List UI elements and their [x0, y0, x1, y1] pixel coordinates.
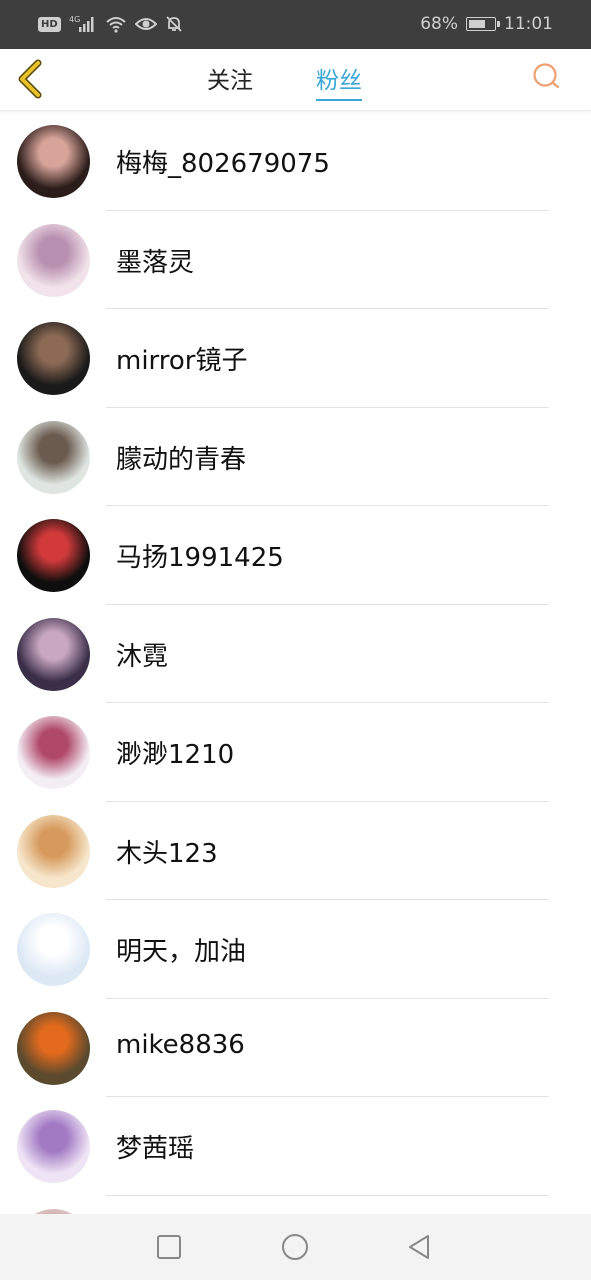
mute-bell-icon [165, 15, 183, 33]
back-nav-button[interactable] [404, 1232, 434, 1262]
list-item[interactable]: 梦茜瑶 [0, 1097, 591, 1196]
recent-apps-icon [157, 1235, 181, 1259]
list-item[interactable]: mirror镜子 [0, 309, 591, 408]
network-type-label: 4G [69, 15, 80, 24]
fan-name: 马扬1991425 [116, 543, 284, 573]
fan-name: 墨落灵 [116, 247, 195, 278]
avatar[interactable] [17, 420, 90, 494]
fan-name: 木头123 [116, 838, 218, 869]
list-item[interactable]: 墨落灵 [0, 211, 591, 309]
list-item[interactable]: 渺渺1210 [0, 703, 591, 802]
wifi-icon [105, 15, 127, 33]
top-nav: 关注 粉丝 [0, 49, 591, 111]
eye-icon [134, 16, 157, 32]
avatar[interactable] [17, 716, 90, 789]
list-item[interactable]: 木头123 [0, 802, 591, 900]
avatar[interactable] [17, 814, 90, 888]
fan-name: mirror镜子 [116, 346, 248, 376]
signal-icon: 4G [69, 14, 97, 34]
battery-icon [466, 17, 500, 31]
avatar[interactable] [17, 223, 90, 297]
search-icon [533, 63, 560, 89]
list-item[interactable]: 马扬1991425 [0, 506, 591, 605]
avatar[interactable] [17, 519, 90, 592]
avatar[interactable] [17, 322, 90, 395]
list-item[interactable]: 梅梅_802679075 [0, 112, 591, 211]
list-item[interactable]: 朦动的青春 [0, 408, 591, 506]
status-bar: HD 4G 68% 11:01 [0, 0, 591, 49]
fan-name: mike8836 [116, 1029, 245, 1060]
list-item[interactable] [0, 1196, 591, 1214]
search-button[interactable] [531, 61, 561, 91]
list-item[interactable]: 明天，加油 [0, 900, 591, 999]
clock: 11:01 [504, 14, 553, 34]
chevron-left-icon [18, 59, 42, 99]
battery-percent: 68% [420, 14, 458, 34]
avatar[interactable] [17, 1011, 90, 1085]
system-nav-bar [0, 1214, 591, 1280]
fan-name: 沐霓 [116, 641, 169, 672]
avatar[interactable] [17, 125, 90, 198]
avatar[interactable] [17, 913, 90, 986]
status-left: HD 4G [38, 13, 183, 35]
tab-following[interactable]: 关注 [207, 61, 253, 99]
fan-name: 梅梅_802679075 [116, 149, 330, 179]
status-right: 68% 11:01 [420, 13, 553, 35]
home-icon [282, 1234, 308, 1260]
recent-apps-button[interactable] [154, 1232, 184, 1262]
fan-name: 明天，加油 [116, 937, 247, 967]
fans-list: 梅梅_802679075 墨落灵 mirror镜子 朦动的青春马扬1991425 沐霓渺… [0, 112, 591, 1214]
avatar[interactable] [17, 617, 90, 691]
list-item[interactable]: mike8836 [0, 999, 591, 1097]
home-button[interactable] [280, 1232, 310, 1262]
back-triangle-icon [409, 1235, 429, 1259]
tab-fans[interactable]: 粉丝 [316, 61, 362, 101]
battery-level-fill [469, 20, 485, 28]
hd-icon: HD [38, 16, 61, 32]
avatar[interactable] [17, 1110, 90, 1183]
list-item[interactable]: 沐霓 [0, 605, 591, 703]
fan-name: 朦动的青春 [116, 444, 247, 475]
fan-name: 梦茜瑶 [116, 1134, 195, 1164]
back-button[interactable] [14, 57, 50, 101]
fan-name: 渺渺1210 [116, 740, 235, 770]
